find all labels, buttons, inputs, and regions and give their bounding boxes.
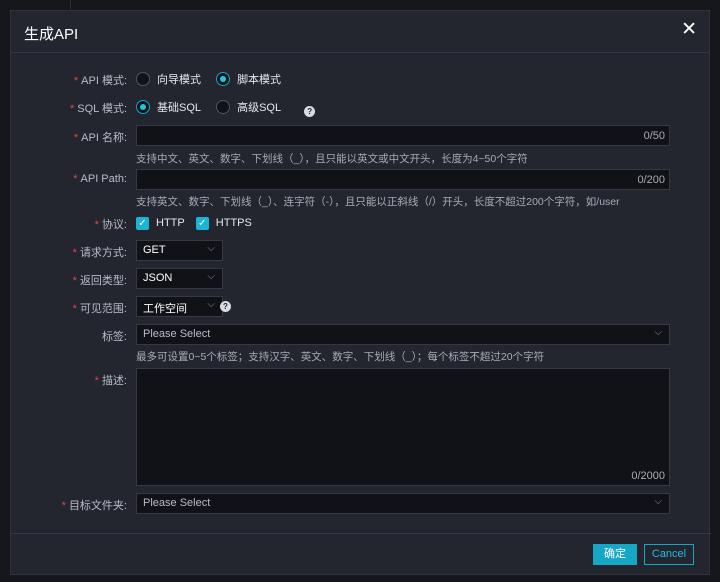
checkbox-https[interactable]: ✓ HTTPS bbox=[195, 213, 252, 233]
tags-hint: 最多可设置0~5个标签；支持汉字、英文、数字、下划线（_）；每个标签不超过20个… bbox=[136, 351, 545, 363]
confirm-button[interactable]: 确定 bbox=[593, 544, 637, 565]
sql-mode-label: SQL 模式: bbox=[77, 103, 127, 115]
api-path-label: API Path: bbox=[80, 173, 127, 185]
check-icon: ✓ bbox=[195, 216, 209, 230]
chevron-down-icon: ⌵ bbox=[207, 299, 215, 310]
visibility-label: 可见范围: bbox=[79, 303, 127, 315]
protocol-label: 协议: bbox=[101, 219, 127, 231]
target-folder-select[interactable]: Please Select ⌵ bbox=[136, 493, 670, 514]
return-type-label: 返回类型: bbox=[79, 275, 127, 287]
radio-wizard-mode[interactable]: 向导模式 bbox=[136, 69, 201, 89]
dialog-header: 生成API ✕ bbox=[11, 11, 709, 53]
close-icon[interactable]: ✕ bbox=[681, 20, 697, 40]
api-name-label: API 名称: bbox=[81, 132, 127, 144]
description-textarea[interactable]: 0/2000 bbox=[136, 368, 670, 486]
visibility-select[interactable]: 工作空间 ⌵ bbox=[136, 296, 223, 317]
dialog-footer: 确定 Cancel bbox=[11, 533, 711, 576]
cancel-button[interactable]: Cancel bbox=[644, 544, 694, 565]
api-name-input[interactable]: 0/50 bbox=[136, 125, 670, 146]
checkbox-http[interactable]: ✓ HTTP bbox=[136, 213, 185, 233]
tags-select[interactable]: Please Select ⌵ bbox=[136, 324, 670, 345]
radio-advanced-sql[interactable]: 高级SQL bbox=[216, 97, 281, 117]
method-label: 请求方式: bbox=[79, 247, 127, 259]
help-icon[interactable]: ? bbox=[220, 301, 231, 312]
target-folder-label: 目标文件夹: bbox=[68, 500, 127, 512]
api-name-hint: 支持中文、英文、数字、下划线（_），且只能以英文或中文开头，长度为4~50个字符 bbox=[136, 153, 528, 165]
sql-mode-row: * SQL 模式: 基础SQL 高级SQL ? bbox=[11, 97, 711, 117]
dialog-title: 生成API bbox=[24, 26, 79, 43]
chevron-down-icon: ⌵ bbox=[654, 327, 662, 338]
api-mode-label: API 模式: bbox=[81, 75, 127, 87]
chevron-down-icon: ⌵ bbox=[207, 271, 215, 282]
protocol-row: * 协议: ✓ HTTP ✓ HTTPS bbox=[11, 213, 711, 233]
check-icon: ✓ bbox=[136, 216, 149, 230]
method-select[interactable]: GET ⌵ bbox=[136, 240, 223, 261]
help-icon[interactable]: ? bbox=[304, 105, 316, 117]
radio-script-mode[interactable]: 脚本模式 bbox=[216, 69, 281, 89]
chevron-down-icon: ⌵ bbox=[654, 496, 662, 507]
generate-api-dialog: 生成API ✕ * API 模式: 向导模式 脚本模式 * SQL 模式: 基础SQ… bbox=[10, 10, 711, 576]
background-divider bbox=[70, 0, 71, 10]
return-type-select[interactable]: JSON ⌵ bbox=[136, 268, 223, 289]
tags-label: 标签: bbox=[101, 331, 127, 343]
api-name-count: 0/50 bbox=[643, 130, 665, 142]
radio-basic-sql[interactable]: 基础SQL bbox=[136, 97, 201, 117]
chevron-down-icon: ⌵ bbox=[207, 243, 215, 254]
api-path-input[interactable]: 0/200 bbox=[136, 169, 670, 190]
api-path-count: 0/200 bbox=[637, 174, 665, 186]
description-label: 描述: bbox=[101, 375, 127, 387]
api-path-hint: 支持英文、数字、下划线（_）、连字符（-），且只能以正斜线（/）开头，长度不超过… bbox=[136, 196, 620, 208]
api-mode-row: * API 模式: 向导模式 脚本模式 bbox=[11, 69, 711, 89]
description-count: 0/2000 bbox=[631, 470, 665, 482]
